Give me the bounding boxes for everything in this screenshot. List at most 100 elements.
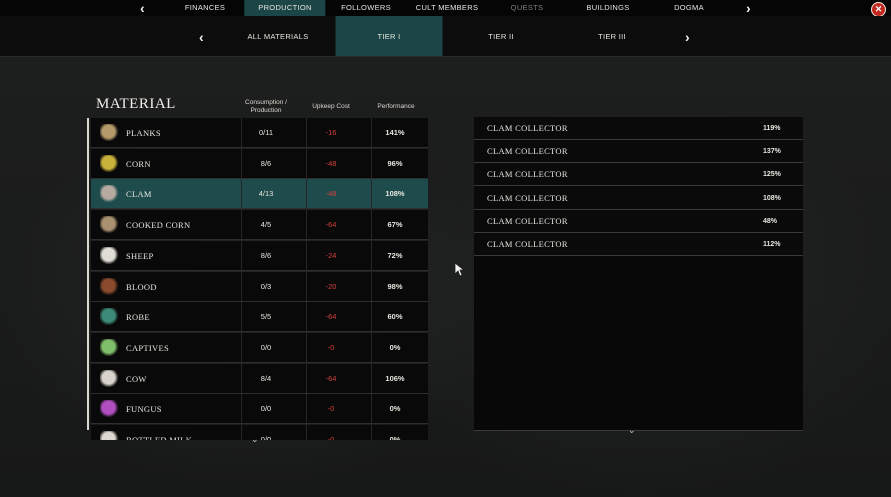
column-divider — [241, 302, 242, 332]
performance-value: 98% — [387, 281, 403, 291]
consumption-production-value: 5/5 — [260, 312, 272, 322]
table-row[interactable]: BLOOD 0/3 -20 98% — [91, 271, 428, 302]
upkeep-value: -48 — [325, 189, 337, 199]
list-item[interactable]: CLAM COLLECTOR 119% — [474, 117, 803, 140]
table-row[interactable]: ROBE 5/5 -64 60% — [91, 302, 428, 333]
bottled-milk-icon — [100, 431, 119, 440]
collector-name: CLAM COLLECTOR — [487, 192, 568, 203]
list-item[interactable]: CLAM COLLECTOR 112% — [474, 233, 803, 256]
material-name: COOKED CORN — [126, 220, 191, 231]
table-row[interactable]: FUNGUS 0/0 -0 0% — [91, 394, 428, 425]
column-divider — [306, 240, 307, 270]
column-divider — [371, 179, 372, 209]
tab-tier-3[interactable]: TIER III — [598, 16, 626, 56]
column-header-performance: Performance — [377, 103, 415, 110]
column-divider — [306, 118, 307, 147]
performance-value: 0% — [389, 435, 401, 440]
upkeep-value: -24 — [325, 250, 337, 260]
column-divider — [241, 271, 242, 301]
tab-tier-1[interactable]: TIER I — [335, 16, 443, 56]
collector-performance: 137% — [763, 148, 781, 156]
tab-quests: QUESTS — [510, 3, 544, 12]
collector-performance: 112% — [763, 241, 781, 248]
column-divider — [371, 425, 372, 440]
upkeep-value: -64 — [325, 312, 337, 322]
table-row[interactable]: COOKED CORN 4/5 -64 67% — [91, 210, 428, 241]
collector-name: CLAM COLLECTOR — [487, 146, 568, 157]
fungus-icon — [100, 400, 119, 418]
list-item[interactable]: CLAM COLLECTOR 108% — [474, 186, 803, 210]
material-name: SHEEP — [126, 250, 154, 261]
scroll-ornament-icon: ⌄ — [628, 425, 636, 435]
chevron-left-icon[interactable]: ‹ — [140, 0, 145, 16]
list-item[interactable]: CLAM COLLECTOR 125% — [474, 163, 803, 187]
column-divider — [371, 240, 372, 270]
cooked-corn-icon — [100, 216, 119, 234]
sheep-icon — [100, 246, 119, 264]
consumption-production-value: 0/3 — [260, 281, 272, 291]
consumption-production-value: 0/0 — [260, 342, 272, 352]
tab-buildings[interactable]: BUILDINGS — [572, 0, 643, 16]
column-divider — [241, 118, 242, 147]
column-divider — [306, 425, 307, 440]
column-divider — [306, 302, 307, 332]
table-row[interactable]: PLANKS 0/11 -16 141% — [91, 118, 428, 148]
tab-all-materials[interactable]: ALL MATERIALS — [247, 16, 308, 56]
column-divider — [241, 332, 242, 362]
collector-name: CLAM COLLECTOR — [487, 123, 568, 133]
material-name: CLAM — [126, 189, 152, 200]
material-name: CORN — [126, 158, 151, 169]
upkeep-value: -48 — [325, 158, 337, 168]
tab-production[interactable]: PRODUCTION — [244, 0, 326, 16]
material-name: BLOOD — [126, 281, 157, 292]
close-icon[interactable]: ✕ — [871, 2, 886, 17]
corn-icon — [100, 154, 119, 172]
list-item[interactable]: CLAM COLLECTOR 48% — [474, 209, 803, 233]
chevron-right-icon[interactable]: › — [746, 0, 751, 16]
column-divider — [241, 240, 242, 270]
tab-followers[interactable]: FOLLOWERS — [327, 0, 405, 16]
column-divider — [241, 148, 242, 178]
column-divider — [371, 210, 372, 240]
tab-finances[interactable]: FINANCES — [171, 0, 239, 16]
top-nav: ‹ FINANCES PRODUCTION FOLLOWERS CULT MEM… — [0, 0, 891, 16]
chevron-left-icon[interactable]: ‹ — [199, 16, 204, 58]
list-item[interactable]: CLAM COLLECTOR 137% — [474, 140, 803, 164]
collector-performance: 108% — [763, 194, 781, 202]
performance-value: 96% — [387, 158, 403, 168]
performance-value: 106% — [385, 373, 405, 383]
upkeep-value: -0 — [327, 404, 335, 414]
consumption-production-value: 8/6 — [260, 250, 272, 260]
column-divider — [306, 363, 307, 393]
table-row[interactable]: COW 8/4 -64 106% — [91, 363, 428, 394]
cow-icon — [100, 369, 119, 387]
planks-icon — [100, 124, 119, 141]
table-row[interactable]: CAPTIVES 0/0 -0 0% — [91, 332, 428, 363]
tier-nav: ‹ ALL MATERIALS TIER I TIER II TIER III … — [0, 16, 891, 57]
tab-dogma[interactable]: DOGMA — [660, 0, 718, 16]
chevron-right-icon[interactable]: › — [685, 16, 690, 58]
consumption-production-value: 8/6 — [260, 158, 272, 168]
performance-value: 0% — [389, 404, 401, 414]
performance-value: 72% — [387, 250, 403, 260]
collector-name: CLAM COLLECTOR — [487, 169, 568, 180]
column-divider — [241, 363, 242, 393]
table-row[interactable]: CLAM 4/13 -48 108% — [91, 179, 428, 210]
column-header-consumption: Consumption / Production — [238, 99, 294, 115]
material-name: BOTTLED MILK — [126, 435, 193, 440]
captives-icon — [100, 338, 119, 356]
column-divider — [306, 210, 307, 240]
material-name: CAPTIVES — [126, 342, 170, 353]
table-row[interactable]: CORN 8/6 -48 96% — [91, 148, 428, 179]
table-row[interactable]: BOTTLED MILK 0/0 -0 0% — [91, 425, 428, 440]
column-header-upkeep: Upkeep Cost — [312, 103, 350, 110]
upkeep-value: -16 — [325, 128, 337, 137]
table-row[interactable]: SHEEP 8/6 -24 72% — [91, 240, 428, 271]
tab-cult-members[interactable]: CULT MEMBERS — [402, 0, 493, 16]
tab-tier-2[interactable]: TIER II — [488, 16, 513, 56]
consumption-production-value: 8/4 — [260, 373, 272, 383]
materials-table: PLANKS 0/11 -16 141% CORN 8/6 -48 96% CLAM 4/13 -4… — [87, 118, 429, 440]
scroll-rail[interactable] — [87, 118, 89, 430]
robe-icon — [100, 308, 119, 326]
collector-name: CLAM COLLECTOR — [487, 239, 568, 249]
